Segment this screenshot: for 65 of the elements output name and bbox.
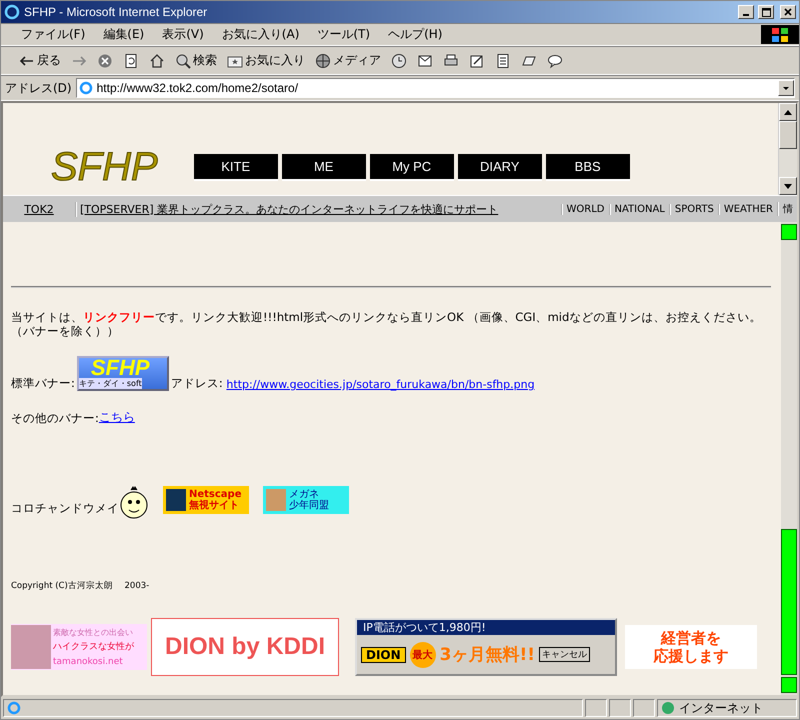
ad-link[interactable]: [TOPSERVER] 業界トップクラス。あなたのインターネットライフを快適にサポート xyxy=(75,202,561,216)
address-label: アドレス: xyxy=(170,376,223,391)
refresh-icon xyxy=(123,52,139,68)
windows-logo-icon xyxy=(761,25,799,44)
site-logo: SFHP xyxy=(51,147,158,187)
nav-button[interactable]: DIARY xyxy=(458,154,542,181)
security-zone: インターネット xyxy=(657,699,797,717)
printer-icon xyxy=(443,52,459,68)
minimize-button[interactable] xyxy=(738,5,754,19)
status-pane xyxy=(585,699,607,717)
speech-bubble-icon xyxy=(547,52,563,68)
brand-link[interactable]: TOK2 xyxy=(3,202,75,216)
address-label: アドレス(D) xyxy=(5,80,72,96)
close-button[interactable] xyxy=(780,5,796,19)
ip-phone-ad[interactable]: IP電話がついて1,980円! DION 最大 3ヶ月無料!! キャンセル xyxy=(355,618,617,676)
chat-button[interactable] xyxy=(545,52,565,68)
menu-item[interactable]: ヘルプ(H) xyxy=(388,26,442,43)
category-link[interactable]: 情 xyxy=(777,202,797,216)
menu-item[interactable]: ツール(T) xyxy=(317,26,370,43)
window-title: SFHP - Microsoft Internet Explorer xyxy=(24,5,208,19)
category-link[interactable]: WEATHER xyxy=(718,204,777,214)
banner-label: 標準バナー: xyxy=(11,376,75,391)
glasses-club-badge[interactable]: メガネ 少年同盟 xyxy=(263,486,349,514)
copyright-text: Copyright (C)古河宗太朗 2003- xyxy=(11,580,150,592)
maximize-button[interactable] xyxy=(758,5,774,19)
status-pane xyxy=(609,699,631,717)
address-field[interactable]: http://www32.tok2.com/home2/sotaro/ xyxy=(76,78,795,98)
mascot-label: コロチャンドウメイ xyxy=(11,501,119,516)
mail-icon xyxy=(417,52,433,68)
stop-icon xyxy=(97,52,113,68)
other-banner-label: その他のバナー: xyxy=(11,411,99,426)
nav-button[interactable]: My PC xyxy=(370,154,454,181)
search-icon xyxy=(175,52,191,68)
scroll-thumb[interactable] xyxy=(781,529,797,675)
home-icon xyxy=(149,52,165,68)
category-link[interactable]: SPORTS xyxy=(668,204,718,214)
menu-item[interactable]: 表示(V) xyxy=(162,26,204,43)
category-link[interactable]: WORLD xyxy=(560,204,609,214)
menu-item[interactable]: ファイル(F) xyxy=(21,26,86,43)
back-button[interactable]: 戻る xyxy=(17,52,63,69)
category-link[interactable]: NATIONAL xyxy=(608,204,669,214)
dropdown-icon[interactable] xyxy=(778,80,794,96)
nav-button[interactable]: ME xyxy=(282,154,366,181)
page-icon xyxy=(495,52,511,68)
maximize-icon xyxy=(762,8,770,16)
close-icon xyxy=(784,8,792,16)
edit-page-icon xyxy=(469,52,485,68)
dating-ad[interactable]: 素敵な女性との出会い ハイクラスな女性が tamanokosi.net xyxy=(11,624,147,670)
menu-item[interactable]: 編集(E) xyxy=(103,26,144,43)
site-banner: SFHP キテ・ダイ・soft xyxy=(76,356,169,391)
other-banner-link[interactable]: こちら xyxy=(98,409,135,426)
history-button[interactable] xyxy=(389,52,409,68)
mascot-face-icon xyxy=(119,486,149,520)
favorites-button[interactable]: お気に入り xyxy=(225,52,307,69)
globe-icon xyxy=(315,52,331,68)
menu-item[interactable]: お気に入り(A) xyxy=(222,26,300,43)
banner-url-link[interactable]: http://www.geocities.jp/sotaro_furukawa/bn/bn-sfhp.png xyxy=(226,378,535,391)
status-pane xyxy=(633,699,655,717)
nav-button[interactable]: BBS xyxy=(546,154,630,181)
link-policy-text: 当サイトは、リンクフリーです。リンク大歓迎!!!html形式へのリンクなら直リンOK （画像、CGI、midなどの直リンは、お控えください。（バナーを除く）） xyxy=(11,310,762,338)
nav-button[interactable]: KITE xyxy=(194,154,278,181)
search-button[interactable]: 検索 xyxy=(173,52,219,69)
media-button[interactable]: メディア xyxy=(313,52,383,69)
clock-icon xyxy=(391,52,407,68)
globe-icon xyxy=(661,701,675,715)
